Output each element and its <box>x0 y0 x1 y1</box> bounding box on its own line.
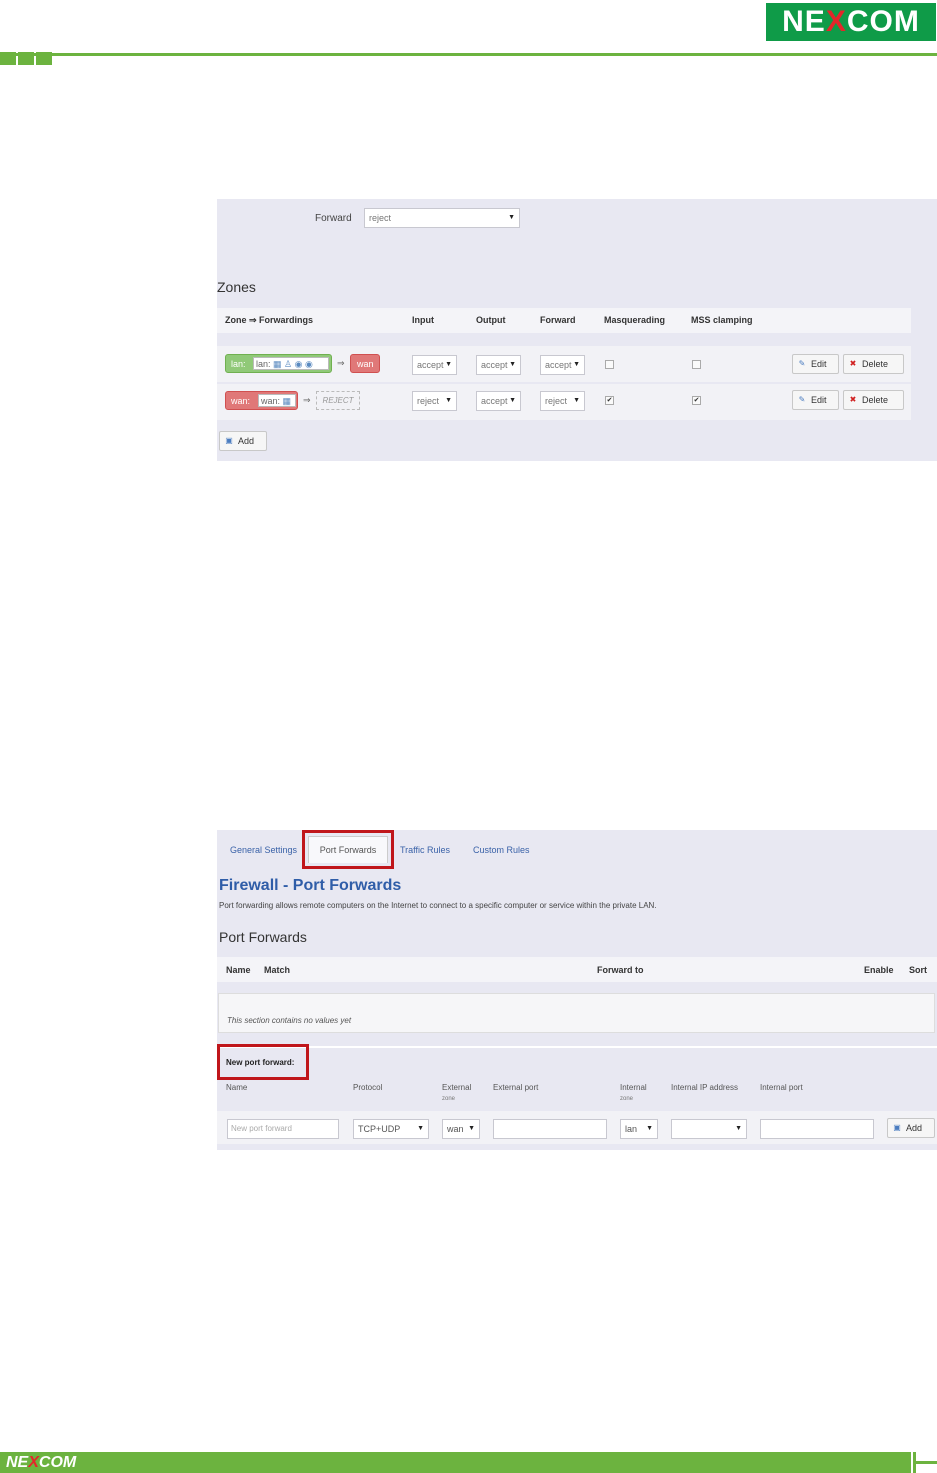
col-new-name: Name <box>226 1083 248 1092</box>
input-policy-select[interactable]: accept ▼ <box>412 355 457 375</box>
external-zone-select[interactable]: wan ▼ <box>442 1119 480 1139</box>
edit-button[interactable]: ✎ Edit <box>792 390 839 410</box>
chevron-down-icon: ▼ <box>573 397 580 404</box>
chevron-down-icon: ▼ <box>735 1125 742 1132</box>
forward-arrow: ⇒ <box>337 358 345 368</box>
input-policy-select[interactable]: reject ▼ <box>412 391 457 411</box>
forward-policy-select[interactable]: accept ▼ <box>540 355 585 375</box>
masquerading-checkbox[interactable] <box>605 360 614 369</box>
chevron-down-icon: ▼ <box>508 214 515 221</box>
add-port-forward-button[interactable]: ▣ Add <box>887 1118 935 1138</box>
empty-section <box>218 993 935 1033</box>
forwards-table-header <box>217 957 937 982</box>
col-new-internal-ip: Internal IP address <box>671 1083 739 1092</box>
delete-icon: ✖ <box>849 359 857 368</box>
forward-arrow: ⇒ <box>303 395 311 405</box>
chevron-down-icon: ▼ <box>573 361 580 368</box>
col-new-internal-port: Internal port <box>760 1083 803 1092</box>
mss-clamping-checkbox[interactable]: ✔ <box>692 396 701 405</box>
col-enable: Enable <box>864 965 894 975</box>
zone-name: lan: <box>231 359 246 369</box>
chevron-down-icon: ▼ <box>445 397 452 404</box>
tab-traffic-rules[interactable]: Traffic Rules <box>400 845 450 855</box>
highlight-box <box>217 1044 309 1080</box>
footer-logo: NEXCOM <box>6 1454 77 1471</box>
footer-bar <box>0 1452 911 1473</box>
page-description: Port forwarding allows remote computers … <box>219 901 657 910</box>
edit-icon: ✎ <box>798 359 806 368</box>
page-title: Firewall - Port Forwards <box>219 877 402 894</box>
col-forward: Forward <box>540 315 576 325</box>
masquerading-checkbox[interactable]: ✔ <box>605 396 614 405</box>
network-icons: ▦ ♙ ◉ ◉ <box>273 359 313 369</box>
output-policy-select[interactable]: accept ▼ <box>476 355 521 375</box>
chevron-down-icon: ▼ <box>417 1125 424 1132</box>
zones-title: Zones <box>217 279 256 295</box>
col-new-external-port: External port <box>493 1083 539 1092</box>
col-mss-clamping: MSS clamping <box>691 315 753 325</box>
reject-badge: REJECT <box>316 391 360 410</box>
header-block <box>18 52 34 65</box>
add-zone-button[interactable]: ▣ Add <box>219 431 267 451</box>
new-forward-name-input[interactable]: New port forward <box>227 1119 339 1139</box>
nexcom-logo: NEXCOM <box>766 3 936 41</box>
external-port-input[interactable] <box>493 1119 607 1139</box>
zone-networks: wan: ▦ <box>258 394 296 407</box>
col-forward-to: Forward to <box>597 965 644 975</box>
col-new-internal-zone-sub: zone <box>620 1096 634 1102</box>
edit-button[interactable]: ✎ Edit <box>792 354 839 374</box>
mss-clamping-checkbox[interactable] <box>692 360 701 369</box>
output-policy-select[interactable]: accept ▼ <box>476 391 521 411</box>
header-block <box>0 52 16 65</box>
chevron-down-icon: ▼ <box>445 361 452 368</box>
chevron-down-icon: ▼ <box>509 361 516 368</box>
col-new-external-zone: External <box>442 1083 472 1092</box>
forward-policy-select[interactable]: reject ▼ <box>540 391 585 411</box>
delete-icon: ✖ <box>849 395 857 404</box>
chevron-down-icon: ▼ <box>468 1125 475 1132</box>
divider <box>217 1046 937 1048</box>
col-output: Output <box>476 315 506 325</box>
col-new-external-zone-sub: zone <box>442 1096 456 1102</box>
internal-zone-select[interactable]: lan ▼ <box>620 1119 658 1139</box>
col-zone-forwardings: Zone ⇒ Forwardings <box>225 315 314 325</box>
col-sort: Sort <box>909 965 927 975</box>
zone-networks: lan: ▦ ♙ ◉ ◉ <box>253 357 329 370</box>
col-name: Name <box>226 965 251 975</box>
col-input: Input <box>412 315 434 325</box>
chevron-down-icon: ▼ <box>646 1125 653 1132</box>
delete-button[interactable]: ✖ Delete <box>843 354 904 374</box>
tab-custom-rules[interactable]: Custom Rules <box>473 845 530 855</box>
forward-select[interactable]: reject ▼ <box>364 208 520 228</box>
col-new-protocol: Protocol <box>353 1083 383 1092</box>
chevron-down-icon: ▼ <box>509 397 516 404</box>
network-icons: ▦ <box>282 396 292 406</box>
col-new-internal-zone: Internal <box>620 1083 647 1092</box>
empty-message: This section contains no values yet <box>227 1016 352 1025</box>
zone-badge-wan[interactable]: wan <box>350 354 380 373</box>
col-match: Match <box>264 965 291 975</box>
header-rule <box>0 53 937 56</box>
internal-ip-select[interactable]: ▼ <box>671 1119 747 1139</box>
tab-general-settings[interactable]: General Settings <box>230 845 297 855</box>
footer-corner-mark <box>916 1461 937 1464</box>
section-title: Port Forwards <box>219 929 307 945</box>
highlight-box <box>302 830 394 869</box>
delete-button[interactable]: ✖ Delete <box>843 390 904 410</box>
col-masquerading: Masquerading <box>604 315 666 325</box>
header-block <box>36 52 52 65</box>
target-zone: wan <box>357 359 374 369</box>
add-icon: ▣ <box>225 436 233 445</box>
zone-badge-lan[interactable]: lan: lan: ▦ ♙ ◉ ◉ <box>225 354 332 373</box>
internal-port-input[interactable] <box>760 1119 874 1139</box>
protocol-select[interactable]: TCP+UDP ▼ <box>353 1119 429 1139</box>
zone-badge-wan[interactable]: wan: wan: ▦ <box>225 391 298 410</box>
forward-label: Forward <box>315 213 352 224</box>
zone-name: wan: <box>231 396 251 406</box>
edit-icon: ✎ <box>798 395 806 404</box>
add-icon: ▣ <box>893 1123 901 1132</box>
